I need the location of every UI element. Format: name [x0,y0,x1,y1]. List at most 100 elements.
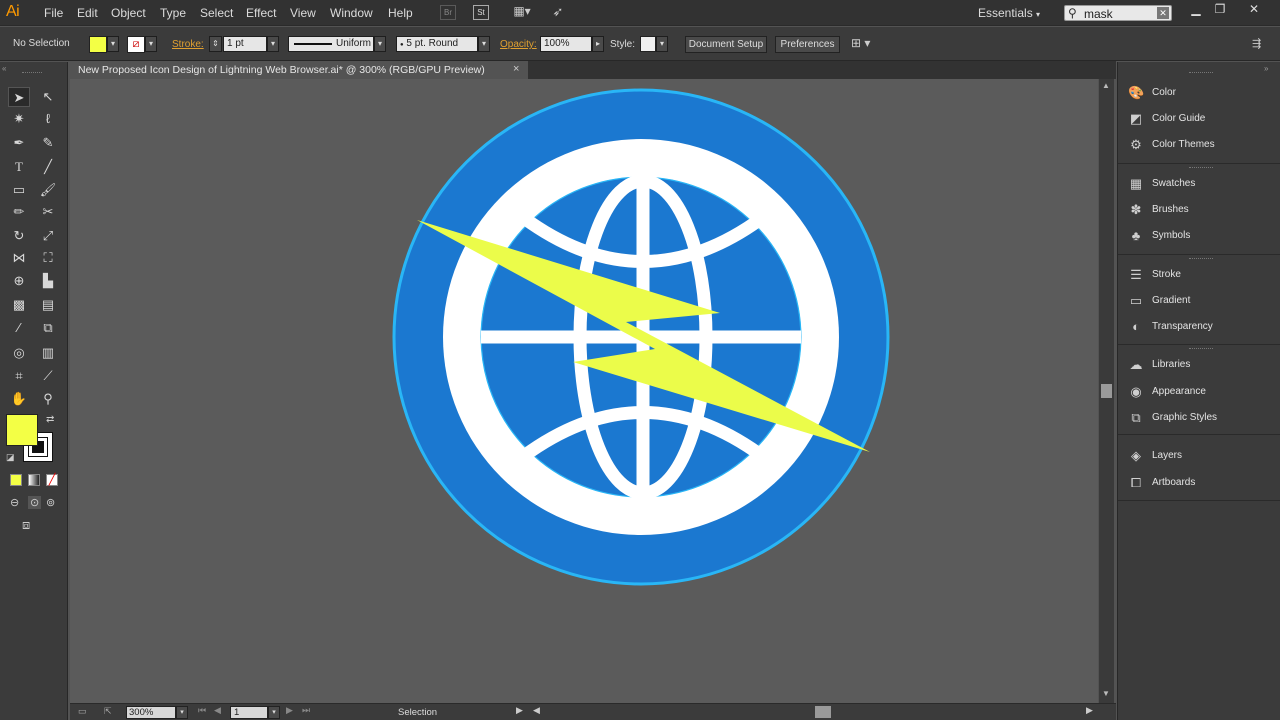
preferences-button[interactable]: Preferences [775,36,840,53]
search-input[interactable]: ⚲ mask ✕ [1064,5,1172,21]
hand-tool-icon[interactable]: ✋ [8,389,30,409]
gradient-mode-icon[interactable] [28,474,40,486]
free-transform-tool-icon[interactable]: ⛶ [37,248,59,268]
color-mode-icon[interactable] [10,474,22,486]
graphic-style-swatch[interactable] [640,36,656,52]
screen-mode-icon[interactable]: ⧈ [22,517,30,533]
last-artboard-icon[interactable]: ⏭ [302,705,310,716]
workspace-switcher[interactable]: Essentials ▾ [978,6,1040,20]
column-graph-tool-icon[interactable]: ▥ [37,343,59,363]
type-tool-icon[interactable]: T [8,157,30,177]
fill-swatch[interactable] [89,36,107,53]
menu-window[interactable]: Window [330,6,373,20]
gpu-performance-icon[interactable]: ➶ [550,5,566,20]
document-tab[interactable]: New Proposed Icon Design of Lightning We… [70,61,528,79]
status-menu-icon[interactable]: ▶ [516,705,523,716]
panel-grip[interactable] [1189,167,1213,169]
graphic-style-dropdown[interactable]: ▾ [656,36,668,52]
menu-file[interactable]: File [44,6,63,20]
scroll-down-icon[interactable]: ▼ [1102,689,1110,698]
panel-swatches[interactable]: ▦ Swatches [1126,174,1276,194]
view-icon[interactable]: ▭ [78,706,87,717]
swap-colors-icon[interactable]: ⇄ [46,414,54,425]
panel-artboards[interactable]: ⧠ Artboards [1126,473,1276,493]
none-mode-icon[interactable]: ╱ [46,474,58,486]
stroke-label[interactable]: Stroke: [172,39,204,50]
panel-grip[interactable] [1189,72,1213,74]
close-tab-icon[interactable]: × [513,63,519,75]
document-setup-button[interactable]: Document Setup [685,36,767,53]
horizontal-scroll-thumb[interactable] [815,706,831,718]
zoom-dropdown[interactable]: ▾ [176,706,188,719]
shape-builder-tool-icon[interactable]: ⊕ [8,271,30,291]
default-colors-icon[interactable]: ◪ [6,452,15,463]
panel-brushes[interactable]: ✽ Brushes [1126,200,1276,220]
brush-select[interactable]: ● 5 pt. Round [396,36,478,52]
artwork[interactable] [70,79,1098,703]
draw-behind-icon[interactable]: ⊙ [28,496,42,509]
clear-search-icon[interactable]: ✕ [1157,7,1169,19]
panel-transparency[interactable]: ◐ Transparency [1126,317,1276,337]
stroke-weight-input[interactable]: 1 pt [223,36,267,52]
restore-icon[interactable]: ❐ [1210,2,1230,18]
menu-edit[interactable]: Edit [77,6,98,20]
menu-effect[interactable]: Effect [246,6,276,20]
menu-select[interactable]: Select [200,6,233,20]
gradient-tool-icon[interactable]: ▤ [37,295,59,315]
scroll-right-icon[interactable]: ▶ [1086,705,1093,716]
panel-layers[interactable]: ◈ Layers [1126,446,1276,466]
stroke-weight-dropdown[interactable]: ▾ [267,36,279,52]
export-icon[interactable]: ⇱ [104,706,112,717]
close-icon[interactable]: ✕ [1244,2,1264,18]
align-options-icon[interactable]: ⊞ ▾ [851,36,870,50]
pencil-tool-icon[interactable]: ✏ [8,202,30,222]
brush-dropdown[interactable]: ▾ [478,36,490,52]
stroke-weight-stepper[interactable]: ⇕ [209,36,222,52]
scissors-tool-icon[interactable]: ✂ [37,202,59,222]
stroke-swatch[interactable]: ⧄ [127,36,145,53]
panel-graphic-styles[interactable]: ⧉ Graphic Styles [1126,408,1276,428]
arrange-documents-icon[interactable]: ▦▾ [510,5,534,20]
pen-tool-icon[interactable]: ✒ [8,133,30,153]
previous-artboard-icon[interactable]: ◀ [214,705,221,716]
panel-color-guide[interactable]: ◩ Color Guide [1126,109,1276,129]
draw-normal-icon[interactable]: ⊖ [10,496,19,509]
panel-symbols[interactable]: ♣ Symbols [1126,226,1276,246]
paintbrush-tool-icon[interactable]: 🖌 [37,180,59,200]
lasso-tool-icon[interactable]: ℓ [37,109,59,129]
menu-object[interactable]: Object [111,6,146,20]
collapse-panel-icon[interactable]: « [2,64,6,73]
artboard-input[interactable]: 1 [230,706,268,719]
panel-color-themes[interactable]: ⚙ Color Themes [1126,135,1276,155]
expand-panels-icon[interactable]: » [1264,64,1268,73]
panel-appearance[interactable]: ◉ Appearance [1126,382,1276,402]
rotate-tool-icon[interactable]: ↻ [8,226,30,246]
slice-tool-icon[interactable]: ⟋ [37,366,59,386]
direct-selection-tool-icon[interactable]: ↖ [37,87,59,107]
vertical-scrollbar[interactable]: ▲ ▼ [1099,79,1114,703]
curvature-tool-icon[interactable]: ✎ [37,133,59,153]
panel-grip[interactable] [1189,348,1213,350]
blend-tool-icon[interactable]: ⧉ [37,318,59,338]
bridge-icon[interactable]: Br [440,5,456,20]
fill-dropdown[interactable]: ▾ [107,36,119,52]
artboard-tool-icon[interactable]: ⌗ [8,366,30,386]
fill-color-box[interactable] [6,414,38,446]
mesh-tool-icon[interactable]: ▩ [8,295,30,315]
perspective-grid-tool-icon[interactable]: ▙ [37,271,59,291]
canvas[interactable] [70,79,1098,703]
stroke-profile-dropdown[interactable]: ▾ [374,36,386,52]
stock-icon[interactable]: St [473,5,489,20]
scroll-left-icon[interactable]: ◀ [533,705,540,716]
menu-help[interactable]: Help [388,6,413,20]
scale-tool-icon[interactable]: ⤢ [37,226,59,246]
zoom-tool-icon[interactable]: ⚲ [37,389,59,409]
menu-view[interactable]: View [290,6,316,20]
opacity-slider-button[interactable]: ▸ [592,36,604,52]
panel-gradient[interactable]: ▭ Gradient [1126,291,1276,311]
panel-grip[interactable] [1189,258,1213,260]
panel-grip[interactable] [22,72,42,73]
vertical-scroll-thumb[interactable] [1101,384,1112,398]
panel-menu-icon[interactable]: ⇶ [1252,37,1261,50]
menu-type[interactable]: Type [160,6,186,20]
